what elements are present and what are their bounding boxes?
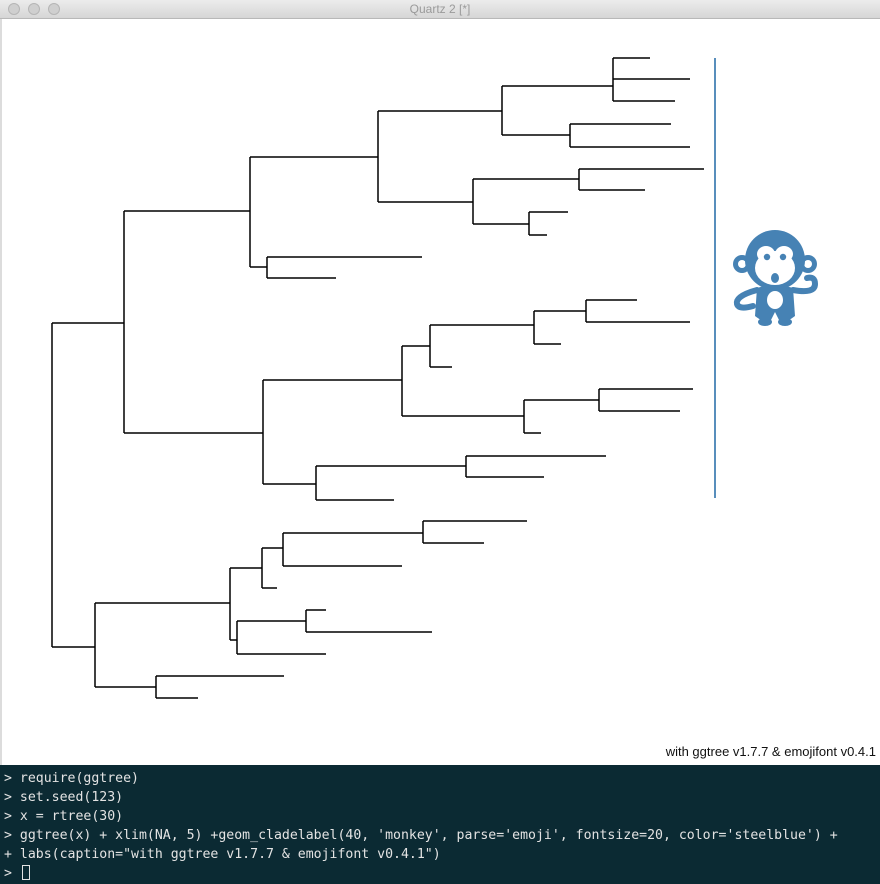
branch bbox=[569, 123, 690, 148]
branch bbox=[305, 609, 432, 633]
branch bbox=[578, 168, 704, 191]
console-line: + labs(caption="with ggtree v1.7.7 & emo… bbox=[4, 847, 441, 862]
branch bbox=[229, 567, 262, 641]
console-prompt: > bbox=[4, 866, 12, 881]
branch bbox=[261, 547, 283, 589]
plot-caption: with ggtree v1.7.7 & emojifont v0.4.1 bbox=[665, 744, 876, 759]
branch bbox=[528, 211, 568, 236]
branch bbox=[598, 388, 693, 412]
branch bbox=[585, 299, 690, 323]
console-line: > x = rtree(30) bbox=[4, 809, 124, 824]
branch bbox=[236, 620, 326, 655]
monkey-icon bbox=[733, 230, 819, 326]
console-line: > set.seed(123) bbox=[4, 790, 124, 805]
branch bbox=[429, 324, 534, 368]
branch bbox=[155, 675, 284, 699]
branch bbox=[249, 156, 378, 268]
plot-area: with ggtree v1.7.7 & emojifont v0.4.1 bbox=[2, 19, 880, 765]
branch bbox=[315, 465, 466, 501]
branch bbox=[377, 110, 502, 203]
console-input-line[interactable]: > bbox=[4, 864, 880, 883]
console-line: > ggtree(x) + xlim(NA, 5) +geom_cladelab… bbox=[4, 828, 838, 843]
branch bbox=[465, 455, 606, 478]
branch bbox=[612, 57, 690, 102]
branch bbox=[422, 520, 527, 544]
branch bbox=[472, 178, 579, 225]
branch bbox=[501, 85, 613, 136]
branch bbox=[123, 210, 263, 434]
r-console[interactable]: > require(ggtree) > set.seed(123) > x = … bbox=[0, 766, 880, 884]
branch bbox=[401, 345, 524, 417]
branch bbox=[523, 399, 599, 434]
branch bbox=[51, 322, 124, 648]
tree-branches bbox=[51, 57, 704, 699]
branch bbox=[262, 379, 402, 485]
text-cursor bbox=[21, 865, 30, 880]
branch bbox=[282, 532, 423, 567]
console-line: > require(ggtree) bbox=[4, 771, 139, 786]
branch bbox=[533, 310, 586, 345]
branch bbox=[94, 602, 230, 688]
branch bbox=[266, 256, 422, 279]
